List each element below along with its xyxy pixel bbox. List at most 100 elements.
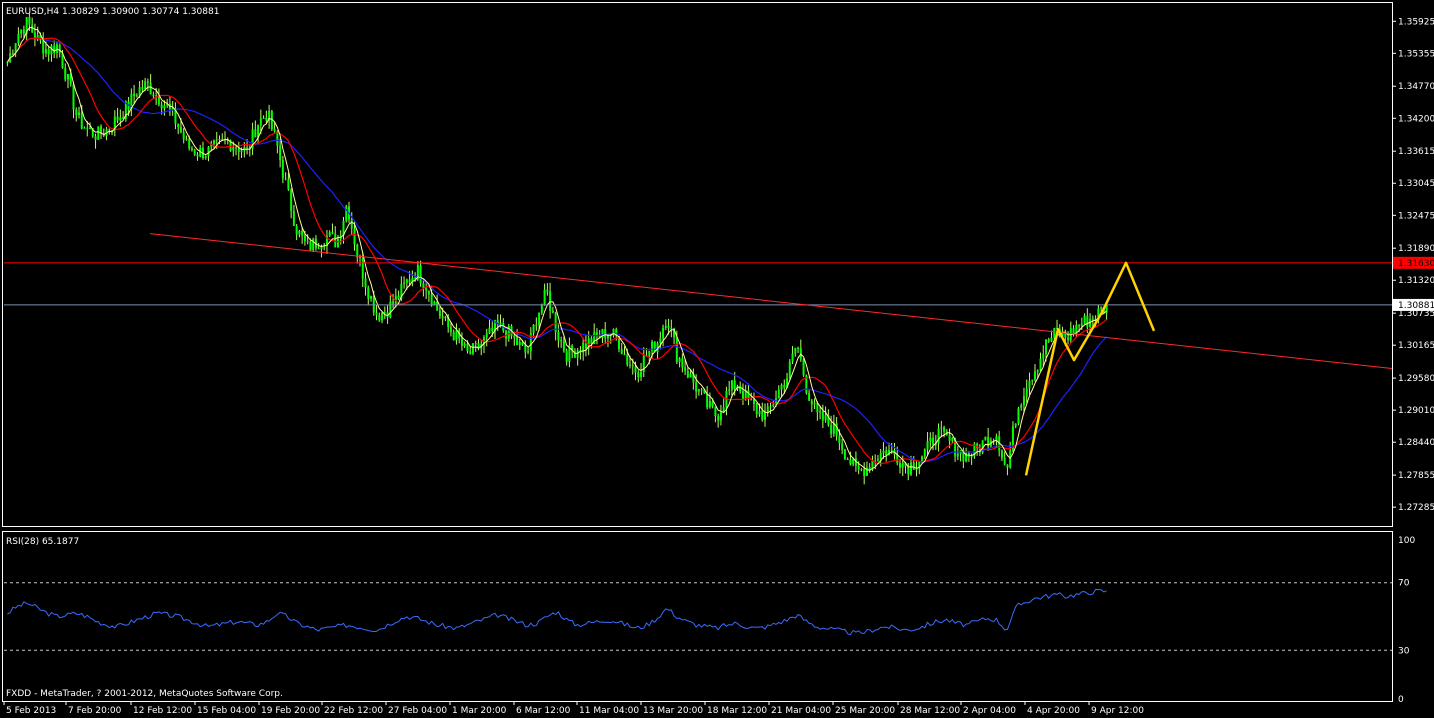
candle-body — [392, 301, 395, 304]
candle-body — [436, 301, 439, 311]
candle-body — [306, 241, 309, 243]
candle-body — [857, 465, 860, 470]
candle-body — [912, 462, 915, 470]
candle-body — [518, 342, 521, 346]
candle-body — [86, 127, 89, 129]
main-chart-frame — [2, 2, 1393, 527]
candle-body — [675, 337, 678, 363]
candle-body — [452, 332, 455, 341]
time-axis-label: 21 Mar 04:00 — [771, 706, 831, 716]
candle-body — [885, 450, 888, 456]
candle-body — [604, 328, 607, 339]
rsi-axis-label: 100 — [1398, 536, 1415, 546]
candle-body — [860, 469, 863, 471]
candle-body — [367, 287, 370, 299]
price-axis-label: 1.27285 — [1398, 503, 1434, 513]
rsi-axis-label: 30 — [1398, 646, 1410, 656]
candle-body — [1078, 324, 1081, 327]
candle-body — [612, 328, 615, 336]
candle-body — [780, 384, 783, 390]
candle-body — [631, 365, 634, 367]
candle-body — [254, 129, 257, 138]
candle-body — [1020, 405, 1023, 409]
candle-body — [689, 373, 692, 378]
candle-body — [719, 412, 722, 421]
candle-body — [72, 84, 75, 110]
candle-body — [375, 312, 378, 316]
candle-body — [1028, 380, 1031, 389]
harmonic-pattern-lines[interactable] — [1024, 261, 1156, 476]
candle-body — [667, 326, 670, 328]
candle-body — [290, 189, 293, 211]
candle-body — [1086, 315, 1089, 327]
candle-body — [359, 257, 362, 259]
candle-body — [491, 327, 494, 331]
candle-body — [196, 154, 199, 157]
time-axis-label: 4 Apr 20:00 — [1027, 706, 1080, 716]
candle-body — [146, 81, 149, 83]
candle-body — [163, 105, 166, 109]
candle-body — [50, 45, 53, 55]
rsi-label: RSI(28) 65.1877 — [6, 537, 79, 547]
candle-body — [565, 350, 568, 362]
candle-body — [193, 150, 196, 155]
candle-body — [94, 136, 97, 140]
candle-body — [1091, 318, 1094, 320]
price-axis-label: 1.29580 — [1398, 374, 1434, 384]
time-axis-label: 11 Mar 04:00 — [579, 706, 639, 716]
moving-averages-layer — [6, 26, 1108, 471]
candle-body — [177, 123, 180, 128]
candles-layer[interactable] — [6, 13, 1108, 485]
candle-body — [405, 279, 408, 283]
candle-body — [331, 232, 334, 234]
price-axis-label: 1.33045 — [1398, 179, 1434, 189]
candle-body — [686, 370, 689, 378]
candle-body — [427, 290, 430, 295]
candle-body — [353, 228, 356, 245]
candle-body — [75, 109, 78, 115]
candle-body — [562, 340, 565, 351]
candle-body — [951, 438, 954, 441]
price-axis-label: 1.35925 — [1398, 17, 1434, 27]
candle-body — [766, 406, 769, 412]
candle-body — [66, 74, 69, 80]
candle-body — [824, 415, 827, 421]
candle-body — [670, 327, 673, 329]
candle-body — [58, 44, 61, 54]
rsi-axis-label: 0 — [1398, 695, 1404, 705]
candle-body — [813, 402, 816, 405]
candle-body — [532, 324, 535, 334]
chart-canvas: 1.35925 1.35355 1.34770 1.34200 1.33615 1.330… — [2, 2, 1434, 716]
time-axis-label: 5 Feb 2013 — [6, 706, 56, 716]
candle-body — [246, 147, 249, 149]
candle-body — [791, 353, 794, 362]
candle-body — [265, 117, 268, 121]
price-axis-label: 1.34770 — [1398, 82, 1434, 92]
candle-body — [78, 112, 81, 115]
candle-body — [133, 93, 136, 97]
trendline[interactable] — [149, 233, 1393, 370]
candle-body — [80, 112, 83, 129]
candle-body — [160, 104, 163, 109]
candle-body — [1022, 396, 1025, 406]
candle-body — [1000, 450, 1003, 458]
candle-body — [135, 95, 138, 97]
candle-body — [678, 358, 681, 363]
candle-body — [764, 411, 767, 420]
candle-body — [116, 116, 119, 121]
rsi-layer — [4, 582, 1392, 651]
candle-body — [488, 327, 491, 334]
axis-layer: 1.35925 1.35355 1.34770 1.34200 1.33615 1.330… — [3, 17, 1434, 716]
candle-body — [1080, 324, 1083, 327]
candle-body — [20, 29, 23, 34]
time-axis-label: 18 Mar 12:00 — [707, 706, 767, 716]
candle-body — [485, 333, 488, 338]
candle-body — [821, 411, 824, 421]
time-axis-label: 1 Mar 20:00 — [452, 706, 507, 716]
candle-body — [879, 453, 882, 460]
candle-body — [714, 406, 717, 417]
candle-body — [730, 380, 733, 390]
candle-body — [758, 410, 761, 415]
drawn-objects-layer[interactable] — [4, 233, 1393, 476]
candle-body — [1053, 328, 1056, 338]
